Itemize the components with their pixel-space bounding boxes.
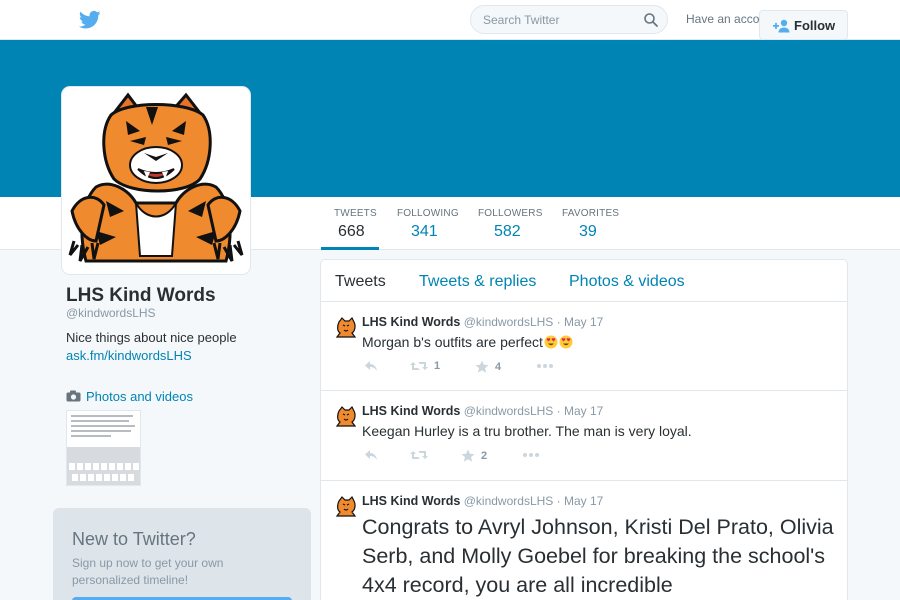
phone-screenshot-image	[67, 411, 140, 485]
favorite-count: 2	[481, 450, 488, 462]
favorite-button[interactable]: 2	[461, 449, 487, 465]
signup-title: New to Twitter?	[72, 529, 196, 549]
tweet-actions: 1 4	[364, 360, 764, 376]
star-icon	[475, 360, 489, 373]
tweet-text: Keegan Hurley is a tru brother. The man …	[362, 423, 692, 439]
signup-card: New to Twitter? Sign up now to get your …	[53, 508, 311, 600]
ellipsis-icon	[523, 453, 539, 458]
tweet-author-name[interactable]: LHS Kind Words	[362, 315, 460, 329]
stat-value: 668	[338, 223, 365, 240]
stat-followers[interactable]: FOLLOWERS 582	[478, 197, 543, 250]
tweet-date[interactable]: · May 17	[557, 315, 604, 329]
stat-value: 341	[411, 223, 438, 240]
profile-avatar[interactable]	[62, 87, 250, 274]
photo-thumbnail[interactable]	[66, 410, 141, 486]
reply-icon	[365, 450, 377, 461]
profile-name[interactable]: LHS Kind Words	[66, 285, 216, 307]
tweet-date[interactable]: · May 17	[557, 404, 604, 418]
retweet-icon	[410, 362, 428, 371]
ellipsis-icon	[537, 364, 553, 369]
tweet-author-handle[interactable]: @kindwordsLHS	[464, 315, 554, 329]
stat-favorites[interactable]: FAVORITES 39	[562, 197, 619, 250]
add-user-icon	[773, 19, 790, 33]
tweet-header: LHS Kind Words @kindwordsLHS · May 17	[362, 494, 603, 508]
tweet-avatar[interactable]	[335, 405, 357, 427]
favorite-button[interactable]: 4	[475, 360, 501, 376]
retweet-icon	[410, 451, 428, 460]
photos-label: Photos and videos	[86, 389, 193, 404]
reply-button[interactable]	[364, 449, 378, 465]
stat-label: TWEETS	[334, 208, 377, 219]
tweet-author-handle[interactable]: @kindwordsLHS	[464, 494, 554, 508]
tweet-header: LHS Kind Words @kindwordsLHS · May 17	[362, 404, 603, 418]
more-options-button[interactable]	[536, 360, 554, 376]
follow-label: Follow	[794, 18, 836, 33]
tweet[interactable]: LHS Kind Words @kindwordsLHS · May 17 Co…	[321, 481, 847, 600]
profile-website-link[interactable]: ask.fm/kindwordsLHS	[66, 348, 192, 363]
search-input[interactable]: Search Twitter	[470, 5, 668, 34]
tab-tweets-and-replies[interactable]: Tweets & replies	[419, 273, 536, 291]
tiger-mascot-logo	[66, 91, 246, 270]
tweet-author-name[interactable]: LHS Kind Words	[362, 494, 460, 508]
stat-value: 39	[579, 223, 597, 240]
tweet-actions: 2	[364, 449, 764, 465]
follow-button[interactable]: Follow	[759, 10, 848, 40]
stat-label: FOLLOWERS	[478, 208, 543, 219]
retweet-button[interactable]: 1	[410, 360, 440, 376]
stat-following[interactable]: FOLLOWING 341	[397, 197, 459, 250]
search-placeholder: Search Twitter	[483, 13, 560, 27]
tweet-text: Congrats to Avryl Johnson, Kristi Del Pr…	[362, 515, 834, 597]
stat-label: FAVORITES	[562, 208, 620, 219]
stat-label: FOLLOWING	[397, 208, 459, 219]
tab-photos-and-videos[interactable]: Photos & videos	[569, 273, 685, 291]
twitter-bird-icon[interactable]	[79, 10, 101, 30]
tweet[interactable]: LHS Kind Words @kindwordsLHS · May 17 Ke…	[321, 391, 847, 481]
tweet-avatar[interactable]	[335, 495, 357, 517]
tweet-author-handle[interactable]: @kindwordsLHS	[464, 404, 554, 418]
retweet-count: 1	[434, 360, 441, 373]
heart-eyes-emoji-icon	[544, 335, 558, 349]
tweet-header: LHS Kind Words @kindwordsLHS · May 17	[362, 315, 603, 329]
timeline-tabs: Tweets Tweets & replies Photos & videos	[321, 260, 847, 302]
search-icon[interactable]	[643, 12, 659, 28]
signup-text: Sign up now to get your own personalized…	[72, 556, 224, 587]
retweet-button[interactable]	[410, 449, 428, 465]
tweet-text-content: Morgan b's outfits are perfect	[362, 334, 543, 350]
photos-and-videos-link[interactable]: Photos and videos	[66, 389, 193, 404]
stat-value: 582	[494, 223, 521, 240]
profile-bio: Nice things about nice people	[66, 330, 237, 345]
camera-icon	[66, 390, 81, 402]
stat-tweets[interactable]: TWEETS 668	[321, 197, 379, 250]
tweet-text: Morgan b's outfits are perfect	[362, 334, 573, 350]
tweet[interactable]: LHS Kind Words @kindwordsLHS · May 17 Mo…	[321, 302, 847, 391]
reply-icon	[365, 361, 377, 372]
tweet-avatar[interactable]	[335, 316, 357, 338]
tweet-author-name[interactable]: LHS Kind Words	[362, 404, 460, 418]
reply-button[interactable]	[364, 360, 378, 376]
tweet-date[interactable]: · May 17	[557, 494, 604, 508]
tab-tweets[interactable]: Tweets	[335, 273, 386, 291]
heart-eyes-emoji-icon	[559, 335, 573, 349]
timeline: Tweets Tweets & replies Photos & videos …	[320, 259, 848, 600]
favorite-count: 4	[495, 361, 502, 373]
profile-handle[interactable]: @kindwordsLHS	[66, 306, 156, 320]
more-options-button[interactable]	[522, 449, 540, 465]
star-icon	[461, 449, 475, 462]
